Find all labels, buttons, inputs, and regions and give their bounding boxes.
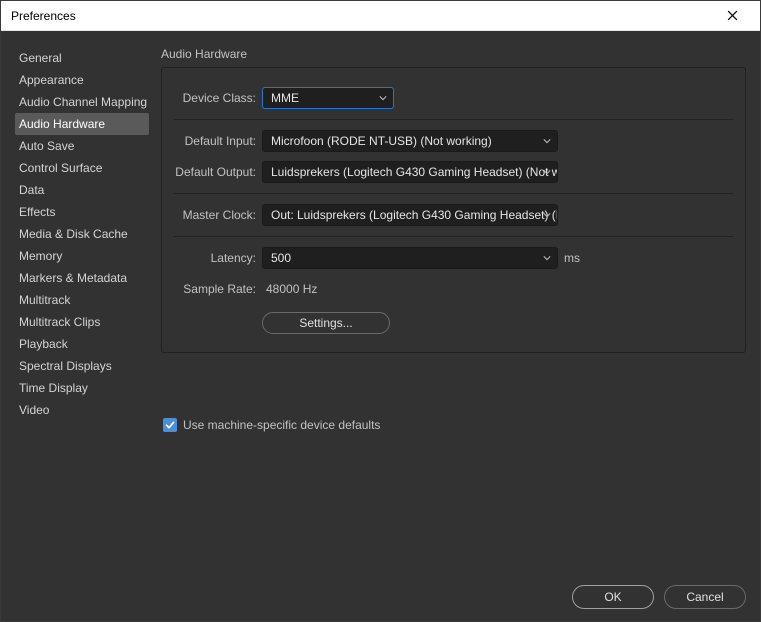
default-output-dropdown[interactable]: Luidsprekers (Logitech G430 Gaming Heads… <box>262 161 558 183</box>
sidebar-item-audio-channel-mapping[interactable]: Audio Channel Mapping <box>15 91 149 113</box>
sidebar-item-audio-hardware[interactable]: Audio Hardware <box>15 113 149 135</box>
sidebar-item-media-disk-cache[interactable]: Media & Disk Cache <box>15 223 149 245</box>
titlebar: Preferences <box>1 1 760 31</box>
close-icon <box>727 10 738 21</box>
sidebar-item-auto-save[interactable]: Auto Save <box>15 135 149 157</box>
window-title: Preferences <box>9 9 76 23</box>
sidebar-item-control-surface[interactable]: Control Surface <box>15 157 149 179</box>
master-clock-value: Out: Luidsprekers (Logitech G430 Gaming … <box>271 208 558 222</box>
default-output-label: Default Output: <box>174 165 262 179</box>
default-input-label: Default Input: <box>174 134 262 148</box>
ok-button[interactable]: OK <box>572 585 654 609</box>
device-class-dropdown[interactable]: MME <box>262 87 394 109</box>
master-clock-dropdown[interactable]: Out: Luidsprekers (Logitech G430 Gaming … <box>262 204 558 226</box>
chevron-down-icon <box>543 254 551 262</box>
check-icon <box>165 420 175 430</box>
default-input-row: Default Input: Microfoon (RODE NT-USB) (… <box>174 128 733 154</box>
divider <box>174 119 733 120</box>
device-class-label: Device Class: <box>174 91 262 105</box>
dialog-footer: OK Cancel <box>15 575 746 609</box>
divider <box>174 236 733 237</box>
latency-label: Latency: <box>174 251 262 265</box>
default-input-value: Microfoon (RODE NT-USB) (Not working) <box>271 134 492 148</box>
sidebar-item-playback[interactable]: Playback <box>15 333 149 355</box>
machine-defaults-row: Use machine-specific device defaults <box>161 418 746 432</box>
machine-defaults-checkbox[interactable] <box>163 418 177 432</box>
sidebar-item-general[interactable]: General <box>15 47 149 69</box>
sample-rate-value: 48000 Hz <box>262 282 317 296</box>
sample-rate-label: Sample Rate: <box>174 282 262 296</box>
sidebar-item-time-display[interactable]: Time Display <box>15 377 149 399</box>
sidebar-item-multitrack[interactable]: Multitrack <box>15 289 149 311</box>
default-input-dropdown[interactable]: Microfoon (RODE NT-USB) (Not working) <box>262 130 558 152</box>
preferences-dialog: Preferences General Appearance Audio Cha… <box>0 0 761 622</box>
device-class-value: MME <box>271 91 299 105</box>
content-pane: Audio Hardware Device Class: MME Default… <box>161 47 746 575</box>
below-panel: Use machine-specific device defaults <box>161 415 746 432</box>
chevron-down-icon <box>379 94 387 102</box>
sidebar-item-data[interactable]: Data <box>15 179 149 201</box>
sidebar-item-multitrack-clips[interactable]: Multitrack Clips <box>15 311 149 333</box>
sidebar-item-spectral-displays[interactable]: Spectral Displays <box>15 355 149 377</box>
sidebar-item-effects[interactable]: Effects <box>15 201 149 223</box>
section-title: Audio Hardware <box>161 47 746 67</box>
sidebar-item-video[interactable]: Video <box>15 399 149 421</box>
settings-button[interactable]: Settings... <box>262 312 390 334</box>
latency-unit: ms <box>564 251 580 265</box>
sidebar-item-appearance[interactable]: Appearance <box>15 69 149 91</box>
sidebar-item-memory[interactable]: Memory <box>15 245 149 267</box>
sidebar: General Appearance Audio Channel Mapping… <box>15 47 149 575</box>
chevron-down-icon <box>543 137 551 145</box>
default-output-row: Default Output: Luidsprekers (Logitech G… <box>174 159 733 185</box>
latency-row: Latency: 500 ms <box>174 245 733 271</box>
machine-defaults-label: Use machine-specific device defaults <box>183 418 380 432</box>
master-clock-row: Master Clock: Out: Luidsprekers (Logitec… <box>174 202 733 228</box>
dialog-body: General Appearance Audio Channel Mapping… <box>1 31 760 621</box>
latency-dropdown[interactable]: 500 <box>262 247 558 269</box>
main-row: General Appearance Audio Channel Mapping… <box>15 47 746 575</box>
audio-hardware-panel: Device Class: MME Default Input: Microfo… <box>161 67 746 353</box>
close-button[interactable] <box>712 2 752 30</box>
cancel-button[interactable]: Cancel <box>664 585 746 609</box>
divider <box>174 193 733 194</box>
device-class-row: Device Class: MME <box>174 85 733 111</box>
master-clock-label: Master Clock: <box>174 208 262 222</box>
sidebar-item-markers-metadata[interactable]: Markers & Metadata <box>15 267 149 289</box>
default-output-value: Luidsprekers (Logitech G430 Gaming Heads… <box>271 165 558 179</box>
sample-rate-row: Sample Rate: 48000 Hz <box>174 276 733 302</box>
latency-value: 500 <box>271 251 291 265</box>
